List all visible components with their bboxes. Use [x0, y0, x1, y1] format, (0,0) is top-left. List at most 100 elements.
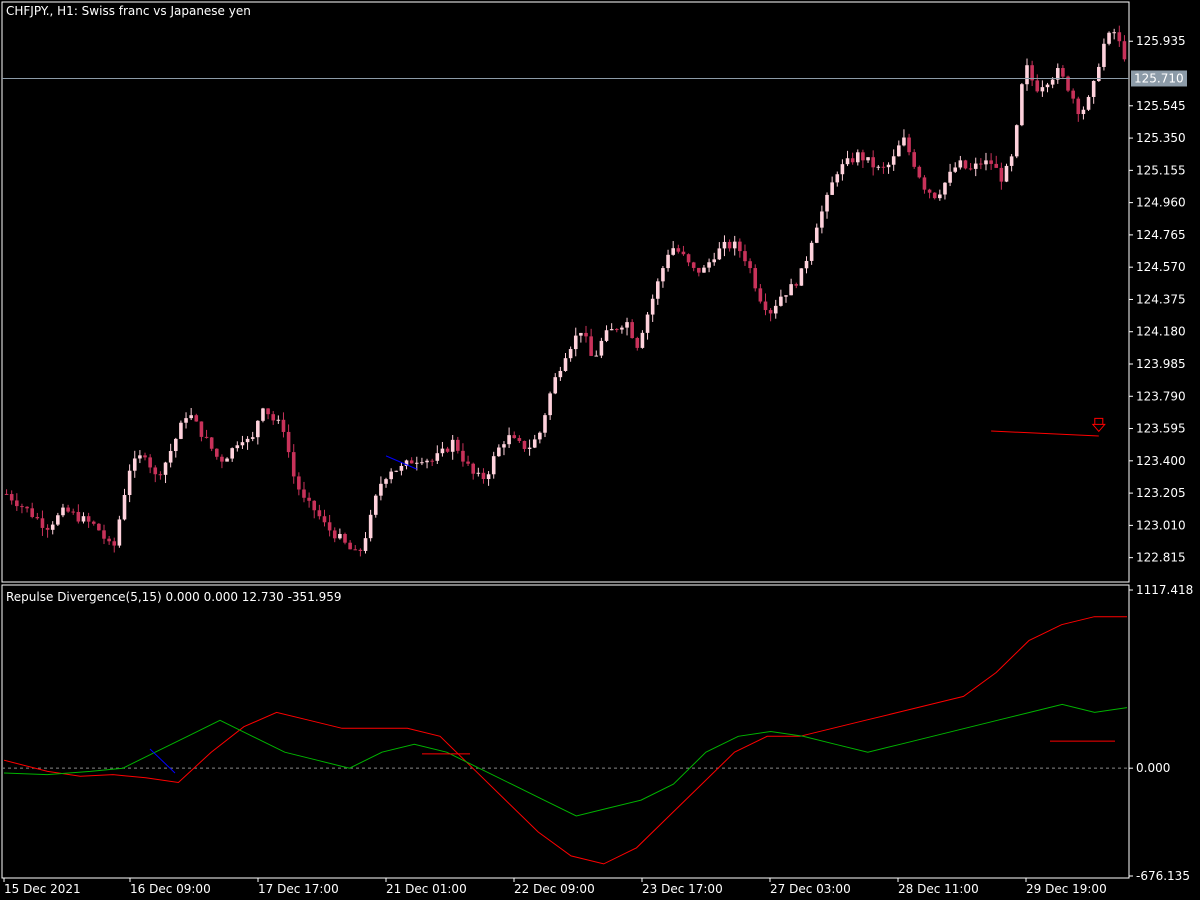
candle-body [727, 241, 732, 249]
candle-body [291, 452, 296, 477]
candle-body [522, 440, 527, 449]
price-axis-label: 124.765 [1136, 228, 1186, 242]
time-axis-label: 28 Dec 11:00 [898, 882, 979, 896]
candle-body [871, 157, 875, 168]
candle-body [779, 296, 783, 306]
candle-body [245, 438, 250, 443]
candle-body [722, 241, 727, 249]
candle-body [117, 519, 122, 546]
candle-body [599, 340, 604, 356]
candle-body [209, 437, 214, 449]
candle-body [753, 268, 758, 289]
candle-body [963, 160, 968, 169]
candle-body [173, 438, 178, 452]
candle-body [373, 495, 378, 515]
candle-body [681, 251, 686, 255]
candle-body [81, 516, 86, 522]
candle-body [502, 444, 506, 448]
candle-body [312, 500, 317, 511]
candle-body [968, 168, 973, 170]
candle-body [491, 456, 496, 475]
candle-body [579, 332, 583, 336]
price-axis-label: 123.010 [1136, 518, 1186, 532]
candle-body [671, 248, 675, 255]
candle-body [773, 305, 778, 314]
background [0, 0, 1200, 900]
candle-body [563, 358, 568, 371]
candle-body [97, 523, 101, 531]
candle-body [804, 260, 809, 269]
candle-body [697, 267, 701, 273]
candle-body [604, 330, 609, 341]
candle-body [384, 479, 388, 484]
candle-body [912, 152, 916, 167]
candle-body [435, 453, 440, 461]
candle-body [168, 451, 173, 463]
candle-body [886, 164, 891, 168]
candle-body [1112, 32, 1116, 34]
candle-body [927, 189, 932, 193]
candle-body [220, 456, 224, 462]
candle-body [368, 514, 373, 539]
candle-body [1091, 80, 1096, 97]
candle-body [958, 160, 963, 168]
candle-body [979, 163, 983, 165]
candle-body [66, 507, 70, 512]
candle-body [855, 152, 860, 163]
price-axis-label: 125.545 [1136, 99, 1186, 113]
candle-body [1020, 84, 1024, 126]
candle-body [363, 538, 368, 551]
candle-body [15, 500, 19, 507]
candle-body [512, 435, 517, 439]
candle-body [414, 462, 419, 464]
candle-body [573, 335, 578, 350]
candle-body [825, 194, 829, 212]
candle-body [35, 516, 40, 519]
candle-body [1102, 43, 1106, 67]
candle-body [973, 163, 978, 169]
candle-body [91, 521, 96, 524]
candle-body [553, 377, 558, 394]
candle-body [194, 415, 199, 422]
candle-body [712, 259, 717, 263]
candle-body [620, 327, 624, 330]
candle-body [102, 530, 106, 539]
candle-body [1122, 41, 1127, 60]
candle-body [666, 254, 670, 269]
candle-body [999, 167, 1004, 182]
time-axis-label: 17 Dec 17:00 [258, 882, 339, 896]
candle-body [204, 436, 209, 438]
candle-body [4, 493, 9, 495]
candle-body [158, 474, 163, 476]
candle-body [1117, 32, 1122, 42]
candle-body [281, 419, 286, 432]
candle-body [732, 241, 737, 249]
candle-body [71, 511, 76, 513]
candle-body [302, 489, 306, 498]
candle-body [256, 420, 260, 438]
candle-body [902, 137, 906, 146]
candle-body [50, 524, 55, 530]
candle-body [40, 518, 45, 528]
candle-body [276, 419, 281, 421]
candle-body [266, 408, 270, 415]
chart-canvas: CHFJPY., H1: Swiss franc vs Japanese yen… [0, 0, 1200, 900]
candle-body [686, 254, 691, 263]
candle-body [148, 457, 152, 468]
candle-body [9, 494, 14, 501]
candle-body [30, 508, 34, 517]
candle-body [420, 462, 424, 464]
candle-body [379, 483, 383, 496]
candle-body [76, 511, 81, 522]
candle-body [1061, 68, 1065, 77]
candle-body [450, 439, 455, 452]
price-axis-label: 125.155 [1136, 163, 1186, 177]
price-axis-label: 124.375 [1136, 292, 1186, 306]
candle-body [1107, 32, 1111, 44]
candle-body [891, 156, 896, 165]
candle-body [1025, 65, 1029, 85]
candle-body [702, 267, 706, 273]
candle-body [322, 516, 327, 523]
candle-body [271, 414, 276, 421]
price-axis-label: 123.985 [1136, 357, 1186, 371]
